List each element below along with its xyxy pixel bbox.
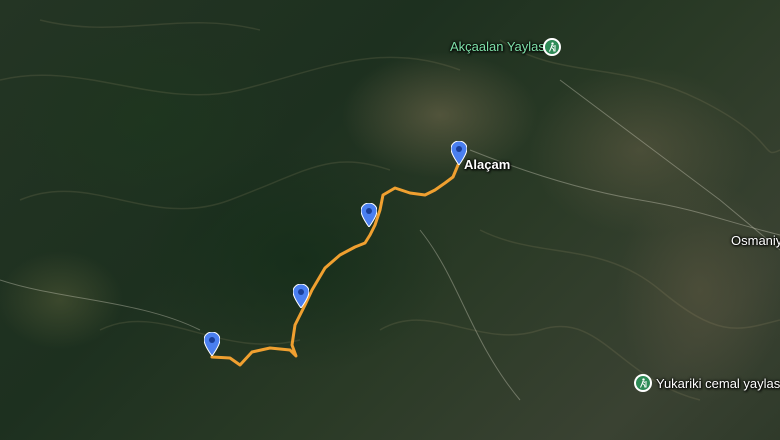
ridge-line	[379, 319, 701, 401]
waypoint-pin-2[interactable]	[361, 203, 377, 227]
waypoint-pin-3[interactable]	[293, 284, 309, 308]
ridge-line	[19, 161, 391, 210]
satellite-map[interactable]: Alaçam Osmaniye Akçaalan Yaylası Yukarik…	[0, 0, 780, 440]
place-label-akcaalan[interactable]: Akçaalan Yaylası	[450, 39, 549, 54]
hiking-icon[interactable]	[634, 374, 652, 392]
ridge-line	[0, 56, 461, 96]
hiking-icon[interactable]	[543, 38, 561, 56]
road-line	[419, 229, 521, 401]
place-label-osmaniye[interactable]: Osmaniye	[731, 233, 780, 248]
hiking-icon-glyph	[549, 42, 556, 52]
road-line	[0, 279, 201, 331]
place-label-yukariki[interactable]: Yukariki cemal yaylası	[656, 376, 780, 391]
place-label-alacam[interactable]: Alaçam	[464, 157, 510, 172]
road-line	[469, 149, 780, 236]
ridge-line	[99, 320, 301, 345]
waypoint-pin-4[interactable]	[204, 332, 220, 356]
road-line	[559, 79, 780, 251]
ridge-line	[39, 19, 261, 31]
terrain-layer	[0, 19, 780, 401]
ridge-line	[499, 39, 780, 154]
hiking-icon-glyph	[640, 378, 647, 388]
route-line	[210, 163, 460, 367]
